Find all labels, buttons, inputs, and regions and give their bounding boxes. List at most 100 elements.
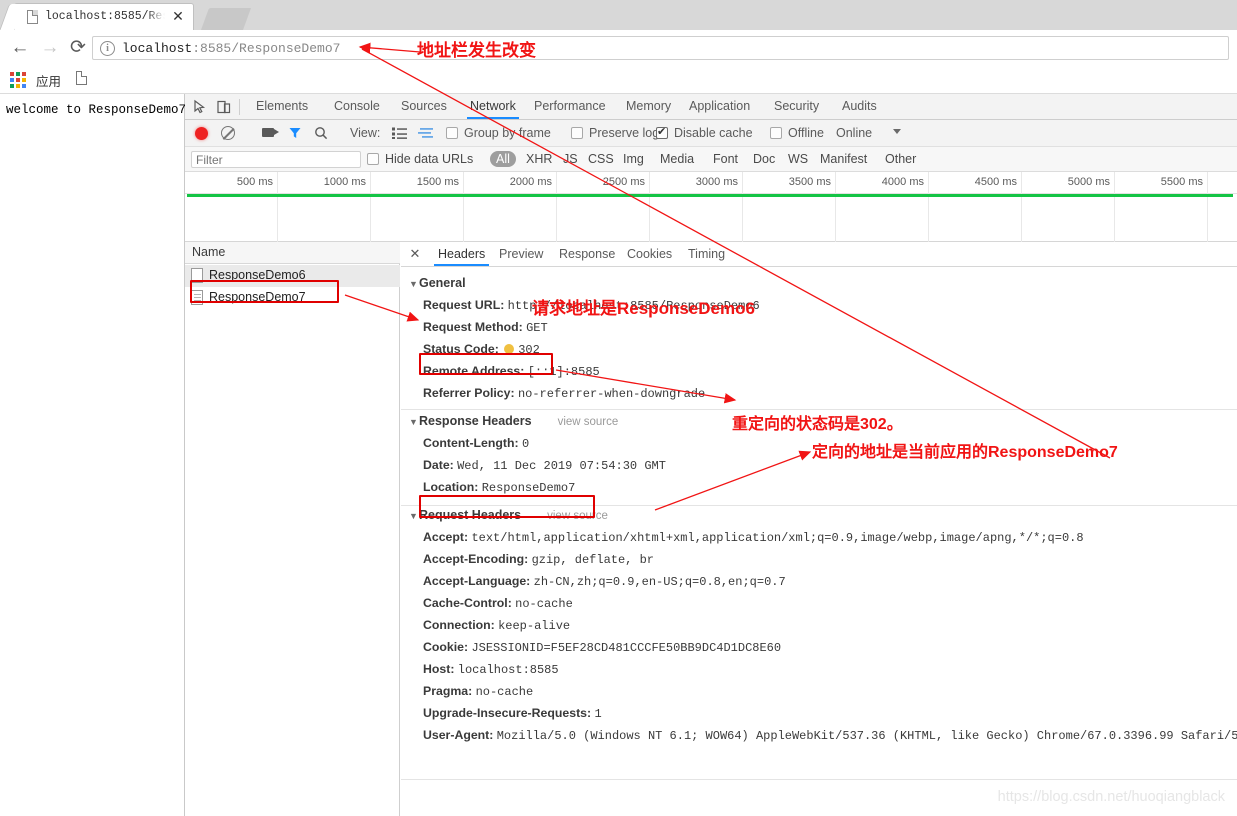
filter-type-all[interactable]: All (490, 151, 516, 167)
address-bar[interactable]: i localhost:8585/ResponseDemo7 (92, 36, 1229, 60)
section-request-headers[interactable]: ▼Request Headers view source (401, 505, 1237, 526)
request-list-header[interactable]: Name (185, 242, 400, 264)
detail-tab-cookies[interactable]: Cookies (617, 242, 682, 266)
preserve-log-label[interactable]: Preserve log (589, 126, 659, 140)
annotation-redirect-status: 重定向的状态码是302。 (732, 416, 903, 433)
header-key: Cache-Control: (423, 596, 512, 610)
record-button[interactable] (195, 127, 208, 140)
preserve-log-checkbox[interactable] (571, 127, 583, 139)
disable-cache-label[interactable]: Disable cache (674, 126, 753, 140)
bookmark-page-icon[interactable] (76, 71, 87, 85)
info-icon[interactable]: i (100, 41, 115, 56)
reload-icon[interactable]: ⟳ (68, 38, 88, 58)
header-row-location: Location: ResponseDemo7 (401, 476, 1237, 498)
device-toolbar-icon[interactable] (215, 98, 235, 116)
detail-tab-response[interactable]: Response (549, 242, 625, 266)
filter-icon[interactable] (288, 126, 302, 140)
section-general[interactable]: ▼General (401, 273, 1237, 294)
url-host: localhost (122, 41, 193, 56)
offline-label[interactable]: Offline (788, 126, 824, 140)
tick-1000: 1000 ms (323, 176, 366, 188)
devtools-tabbar: Elements Console Sources Network Perform… (185, 94, 1237, 120)
close-icon[interactable]: ✕ (171, 9, 185, 23)
clear-icon[interactable] (221, 126, 235, 140)
close-icon[interactable]: ✕ (407, 246, 423, 262)
bookmark-apps-label[interactable]: 应用 (36, 71, 61, 90)
group-by-frame-label[interactable]: Group by frame (464, 126, 551, 140)
filter-type-manifest[interactable]: Manifest (820, 152, 867, 166)
header-value: Mozilla/5.0 (Windows NT 6.1; WOW64) Appl… (496, 729, 1237, 743)
headers-content: ▼General Request URL: http://localhost:8… (401, 267, 1237, 816)
filter-type-img[interactable]: Img (623, 152, 644, 166)
tab-memory[interactable]: Memory (617, 94, 680, 119)
tab-console[interactable]: Console (325, 94, 389, 119)
filmstrip-icon[interactable] (418, 127, 433, 139)
header-value: [::1]:8585 (527, 365, 600, 379)
filter-type-js[interactable]: JS (563, 152, 578, 166)
header-key: Connection: (423, 618, 495, 632)
tab-audits[interactable]: Audits (833, 94, 886, 119)
view-source-link[interactable]: view source (547, 506, 608, 527)
browser-tab[interactable]: localhost:8585/Respons ✕ (14, 3, 194, 30)
header-key: Accept: (423, 530, 469, 544)
tick-1500: 1500 ms (416, 176, 459, 188)
header-key: Request Method: (423, 320, 523, 334)
header-value: Wed, 11 Dec 2019 07:54:30 GMT (457, 459, 666, 473)
filter-type-css[interactable]: CSS (588, 152, 614, 166)
triangle-icon: ▼ (409, 511, 418, 521)
network-toolbar: View: Group by frame Preserve log Disabl… (185, 120, 1237, 167)
forward-icon[interactable]: → (40, 38, 60, 58)
detail-tab-headers[interactable]: Headers (428, 242, 495, 266)
header-key: Status Code: (423, 342, 499, 356)
back-icon[interactable]: ← (10, 38, 30, 58)
view-source-link[interactable]: view source (558, 412, 619, 433)
detail-tab-preview[interactable]: Preview (489, 242, 553, 266)
network-overview[interactable]: 500 ms 1000 ms 1500 ms 2000 ms 2500 ms 3… (185, 172, 1237, 242)
header-row-pragma: Pragma: no-cache (401, 680, 1237, 702)
inspect-element-icon[interactable] (191, 98, 211, 116)
tab-sources[interactable]: Sources (392, 94, 456, 119)
search-icon[interactable] (314, 126, 328, 140)
page-body-text: welcome to ResponseDemo7 (6, 103, 187, 117)
filter-type-other[interactable]: Other (885, 152, 916, 166)
tab-application[interactable]: Application (680, 94, 759, 119)
bookmarks-bar: 应用 (0, 66, 1237, 94)
filter-type-xhr[interactable]: XHR (526, 152, 552, 166)
detail-tab-timing[interactable]: Timing (678, 242, 735, 266)
tab-network[interactable]: Network (461, 94, 525, 119)
capture-screenshots-icon[interactable] (262, 128, 279, 137)
tick-5500: 5500 ms (1160, 176, 1203, 188)
browser-tabstrip: localhost:8585/Respons ✕ (0, 0, 1237, 30)
request-row-responsedemo7[interactable]: ResponseDemo7 (185, 287, 400, 309)
hide-data-urls-label[interactable]: Hide data URLs (385, 152, 473, 166)
throttling-value[interactable]: Online (836, 126, 872, 140)
disable-cache-checkbox[interactable] (656, 125, 668, 139)
tick-3000: 3000 ms (695, 176, 738, 188)
filter-type-doc[interactable]: Doc (753, 152, 775, 166)
tab-performance[interactable]: Performance (525, 94, 615, 119)
hide-data-urls-checkbox[interactable] (367, 153, 379, 165)
timeline-load-line (187, 194, 1233, 197)
new-tab-button[interactable] (200, 8, 252, 30)
apps-grid-icon[interactable] (10, 72, 26, 88)
request-row-responsedemo6[interactable]: ResponseDemo6 (185, 265, 400, 287)
filter-type-font[interactable]: Font (713, 152, 738, 166)
tick-3500: 3500 ms (788, 176, 831, 188)
request-name: ResponseDemo7 (209, 290, 306, 304)
header-key: Cookie: (423, 640, 469, 654)
header-key: Date: (423, 458, 454, 472)
screenshot-root: localhost:8585/Respons ✕ ← → ⟳ i localho… (0, 0, 1237, 816)
chevron-down-icon[interactable] (893, 129, 901, 134)
large-rows-icon[interactable] (392, 127, 407, 140)
tick-4000: 4000 ms (881, 176, 924, 188)
tab-elements[interactable]: Elements (247, 94, 317, 119)
tab-security[interactable]: Security (765, 94, 828, 119)
filter-input[interactable] (191, 151, 361, 168)
section-general-label: General (419, 276, 466, 290)
offline-checkbox[interactable] (770, 127, 782, 139)
filter-type-ws[interactable]: WS (788, 152, 808, 166)
group-by-frame-checkbox[interactable] (446, 127, 458, 139)
address-bar-url: localhost:8585/ResponseDemo7 (122, 40, 340, 58)
filter-type-media[interactable]: Media (660, 152, 694, 166)
annotation-redirect-location: 定向的地址是当前应用的ResponseDemo7 (812, 444, 1118, 461)
